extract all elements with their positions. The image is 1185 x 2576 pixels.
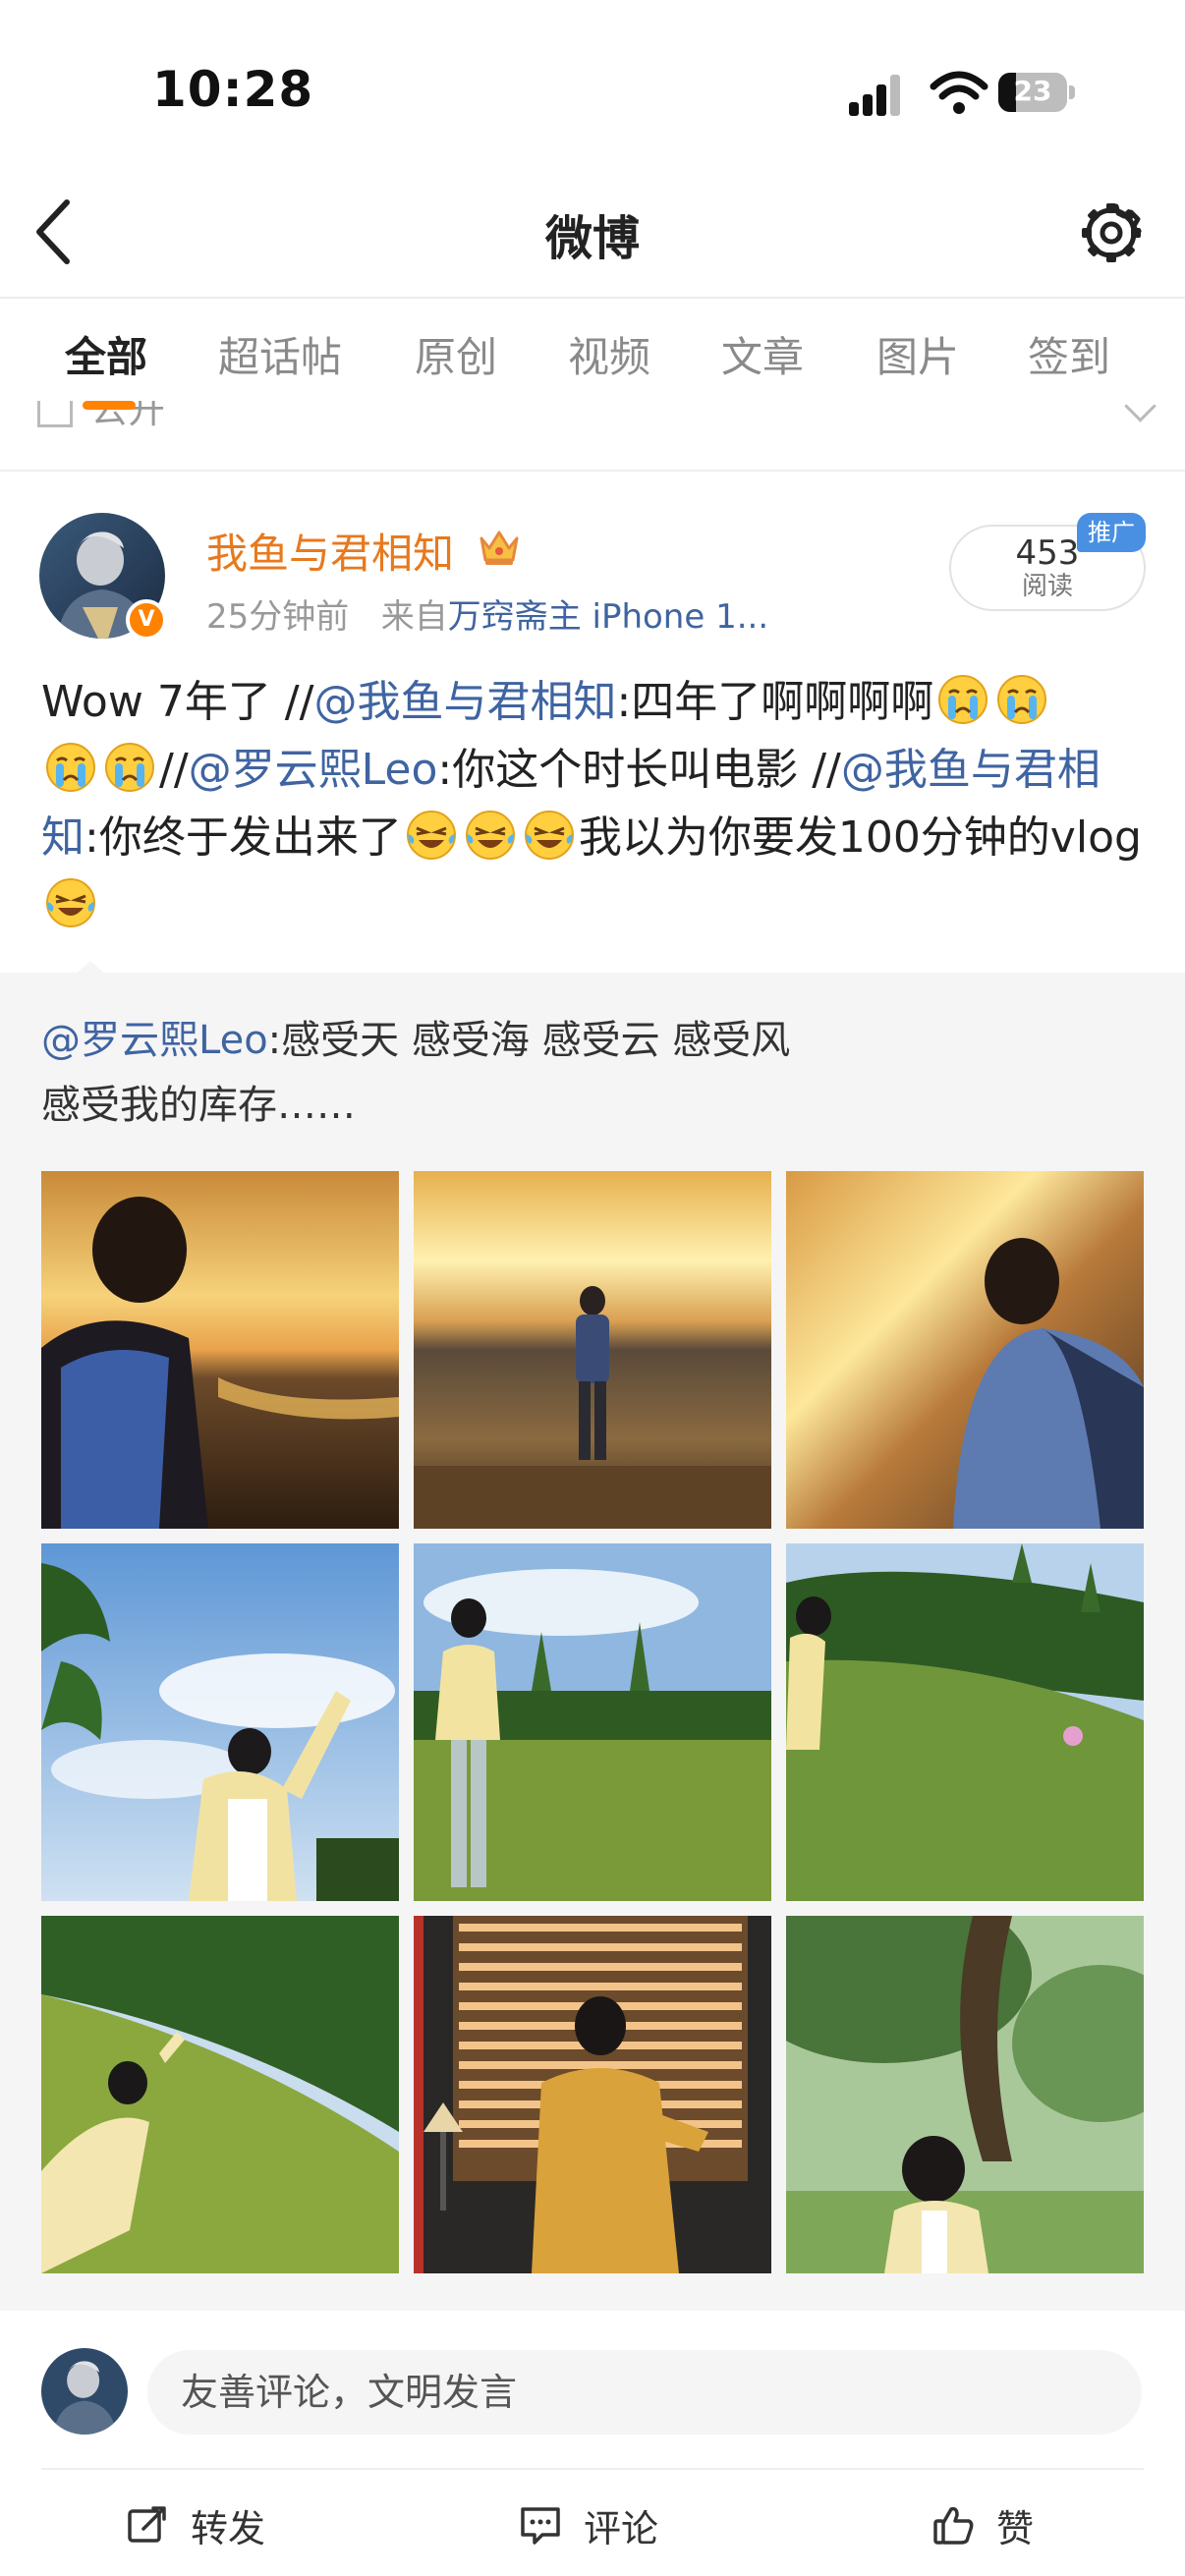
previous-item-partial: 公开 (37, 401, 1157, 434)
crying-emoji-icon (105, 743, 154, 792)
crying-emoji-icon (938, 675, 988, 724)
post-source[interactable]: 万窍斋主 iPhone 1... (448, 597, 768, 637)
photo-field-yellow-shirt[interactable] (414, 1543, 771, 1901)
post-content: Wow 7年了 //@我鱼与君相知:四年了啊啊啊啊 //@罗云熙Leo:你这个时长… (41, 668, 1152, 939)
photo-beach-standing[interactable] (414, 1171, 771, 1529)
laughing-tears-emoji-icon (524, 811, 574, 860)
tab-all[interactable]: 全部 (65, 324, 147, 384)
post-meta: 25分钟前 来自万窍斋主 iPhone 1... (206, 589, 768, 638)
comment-bubble-icon (521, 2507, 560, 2545)
tab-checkin[interactable]: 签到 (1028, 324, 1110, 384)
promote-badge[interactable]: 推广 (1077, 513, 1146, 552)
checkbox-icon (37, 401, 73, 427)
repost-edit-icon (128, 2506, 166, 2543)
crown-member-icon (480, 531, 519, 565)
mention-link[interactable]: @罗云熙Leo (189, 745, 438, 795)
repost-text: @罗云熙Leo:感受天 感受海 感受云 感受风感受我的库存…… (41, 1008, 1152, 1138)
photo-hill-grass[interactable] (786, 1543, 1144, 1901)
chevron-down-icon (1124, 401, 1157, 422)
post-username[interactable]: 我鱼与君相知 (206, 521, 454, 581)
photo-sky-arm-raised[interactable] (41, 1543, 399, 1901)
laughing-tears-emoji-icon (46, 878, 95, 927)
laughing-tears-emoji-icon (465, 811, 515, 860)
crying-emoji-icon (46, 743, 95, 792)
thumbs-up-icon (933, 2506, 974, 2545)
photo-sunset-silhouette[interactable] (41, 1171, 399, 1529)
comment-button[interactable]: 评论 (519, 2495, 658, 2554)
battery-level: 23 (1013, 75, 1052, 107)
photo-window-blinds[interactable] (414, 1916, 771, 2273)
settings-gear-icon[interactable] (1081, 202, 1142, 263)
repost-line1: :感受天 感受海 感受云 感受风 (267, 1018, 791, 1063)
repost-label: 转发 (191, 2506, 266, 2550)
tab-super-topic[interactable]: 超话帖 (218, 324, 342, 384)
photo-tree-portrait[interactable] (786, 1916, 1144, 2273)
like-button[interactable]: 赞 (931, 2495, 1034, 2554)
read-label: 阅读 (1021, 572, 1073, 601)
tabs-divider (0, 470, 1185, 472)
post-time: 25分钟前 (206, 597, 350, 637)
cellular-signal-icon (849, 75, 900, 116)
content-text: :你终于发出来了 (85, 812, 402, 863)
tab-photo[interactable]: 图片 (876, 324, 959, 384)
laughing-tears-emoji-icon (406, 811, 456, 860)
tab-video[interactable]: 视频 (568, 324, 650, 384)
content-text: // (159, 745, 189, 795)
tab-article[interactable]: 文章 (721, 324, 804, 384)
post-source-prefix: 来自 (380, 597, 448, 637)
repost-button[interactable]: 转发 (126, 2495, 265, 2554)
tab-original[interactable]: 原创 (415, 324, 497, 384)
content-text: :四年了啊啊啊啊 (616, 677, 934, 727)
current-user-avatar[interactable] (41, 2348, 128, 2435)
nav-divider (0, 297, 1185, 299)
crying-emoji-icon (997, 675, 1047, 724)
mention-link[interactable]: @我鱼与君相知 (313, 677, 616, 727)
photo-sunset-back[interactable] (786, 1171, 1144, 1529)
active-tab-indicator (83, 401, 136, 410)
verified-badge-icon: V (126, 599, 167, 641)
content-text: 我以为你要发100分钟的vlog (578, 812, 1142, 863)
image-grid (41, 1171, 1144, 2273)
content-text: :你这个时长叫电影 // (437, 745, 841, 795)
content-text: Wow 7年了 // (41, 677, 314, 727)
comment-label: 评论 (584, 2506, 659, 2550)
like-label: 赞 (996, 2506, 1035, 2550)
action-divider (41, 2468, 1144, 2470)
repost-notch (75, 961, 106, 975)
page-title: 微博 (544, 211, 640, 266)
repost-line2: 感受我的库存…… (41, 1083, 356, 1128)
repost-mention[interactable]: @罗云熙Leo (41, 1018, 268, 1063)
photo-hillside-lean[interactable] (41, 1916, 399, 2273)
comment-input[interactable] (147, 2350, 1142, 2435)
battery-icon: 23 (998, 73, 1077, 116)
wifi-icon (930, 71, 988, 114)
status-time: 10:28 (152, 61, 314, 118)
filter-tabs: 全部 超话帖 原创 视频 文章 图片 签到 (0, 324, 1185, 395)
